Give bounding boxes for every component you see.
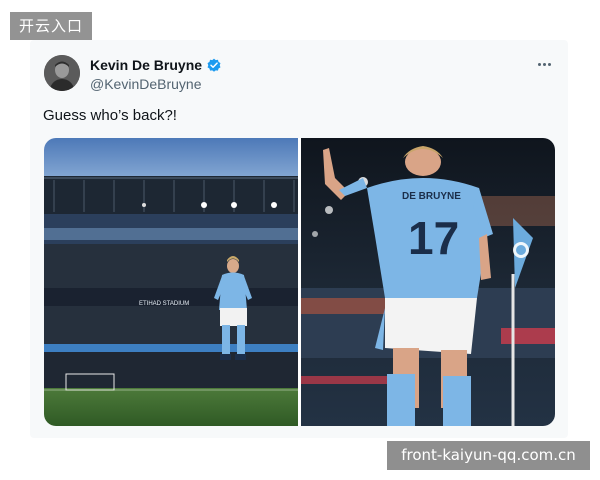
watermark-bottom: front-kaiyun-qq.com.cn [387,441,590,470]
tweet-media[interactable]: ETIHAD STADIUM DE BRUYNE 17 [44,138,555,426]
photo-stadium-player[interactable]: ETIHAD STADIUM [44,138,298,426]
shirt-number: 17 [408,212,459,264]
verified-badge-icon [207,58,221,72]
stadium-banner-text: ETIHAD STADIUM [139,301,189,307]
avatar[interactable] [44,55,80,91]
display-name[interactable]: Kevin De Bruyne [90,57,202,73]
tweet-card[interactable]: Kevin De Bruyne @KevinDeBruyne Guess who… [30,40,568,438]
photo-player-back[interactable]: DE BRUYNE 17 [301,138,555,426]
more-options-icon[interactable] [534,56,554,72]
watermark-top: 开云入口 [10,12,92,40]
tweet-text: Guess who’s back?! [43,107,177,124]
shirt-name: DE BRUYNE [402,191,461,202]
author-name-row: Kevin De Bruyne [90,57,222,73]
user-handle[interactable]: @KevinDeBruyne [90,76,202,92]
